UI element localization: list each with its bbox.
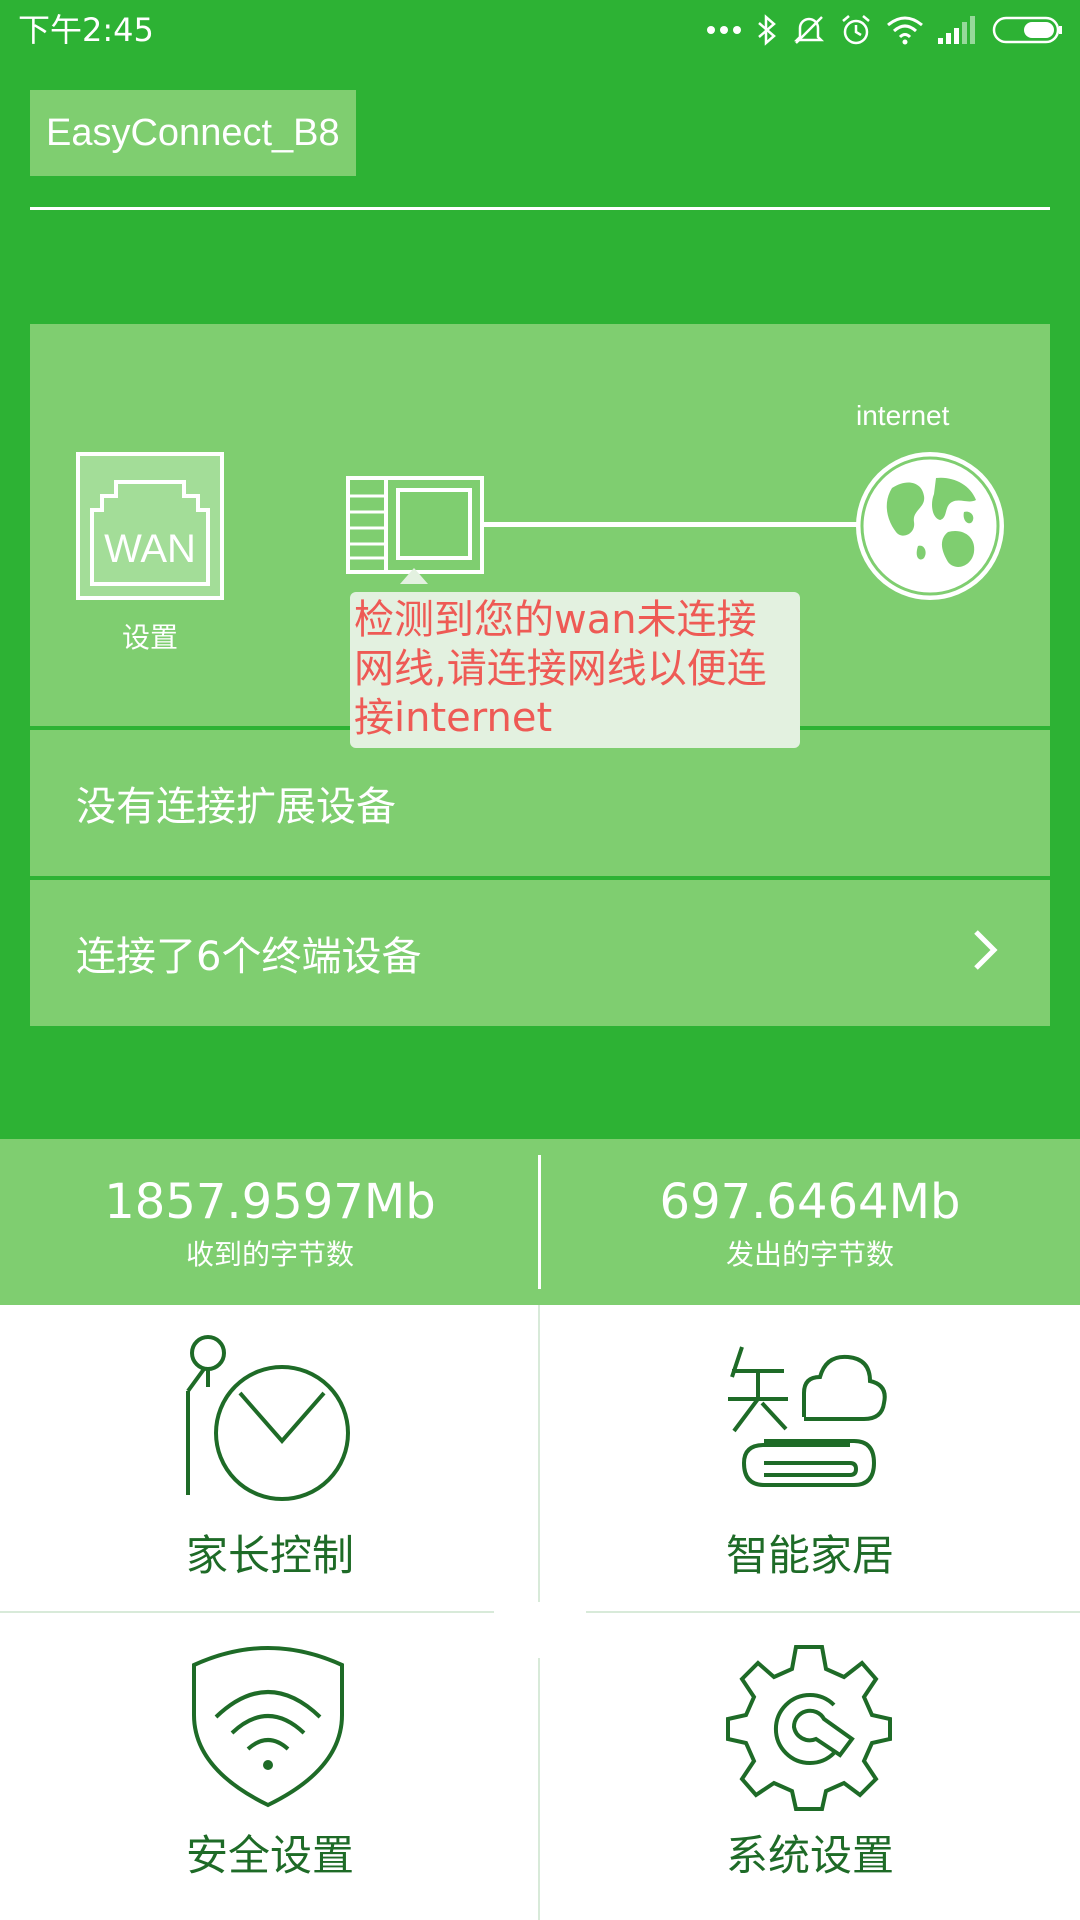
silent-icon: [793, 16, 825, 44]
more-dots-icon: [707, 26, 741, 34]
wifi-icon: [887, 16, 923, 45]
traffic-stats: 1857.9597Mb 收到的字节数 697.6464Mb 发出的字节数: [0, 1139, 1080, 1305]
sent-bytes-label: 发出的字节数: [725, 1238, 894, 1271]
sent-stat: 697.6464Mb 发出的字节数: [540, 1139, 1080, 1305]
received-bytes-value: 1857.9597Mb: [104, 1174, 436, 1230]
bluetooth-icon: [758, 14, 776, 46]
ssid-underline: [30, 207, 1050, 210]
wan-settings-label[interactable]: 设置: [76, 616, 224, 656]
connected-terminals-label: 连接了6个终端设备: [76, 934, 422, 980]
tile-system-label: 系统设置: [725, 1831, 894, 1880]
network-diagram: WAN 设置 internet 检测到您的wan未连接网线,请连接网线以便连接i…: [30, 324, 1050, 748]
status-time: 下午2:45: [18, 11, 154, 49]
tile-smart-home[interactable]: 智能家居: [540, 1305, 1080, 1611]
smart-home-icon: [728, 1346, 887, 1487]
connection-line: [484, 522, 884, 527]
header-area: 下午2:45 EasyConnect_B8 WAN 设置 internet 检测…: [0, 0, 1080, 1139]
alarm-icon: [842, 15, 870, 45]
battery-icon: [992, 16, 1062, 44]
tile-system-settings[interactable]: 系统设置: [540, 1613, 1080, 1920]
received-bytes-label: 收到的字节数: [185, 1238, 354, 1271]
tile-parental-control[interactable]: 家长控制: [0, 1305, 540, 1611]
internet-label: internet: [856, 400, 950, 431]
tooltip-arrow: [400, 568, 428, 584]
status-bar: 下午2:45: [0, 0, 1080, 60]
extension-devices-row: 没有连接扩展设备: [30, 730, 1050, 876]
wan-icon-text: WAN: [104, 527, 196, 571]
network-status-card: WAN 设置 internet 检测到您的wan未连接网线,请连接网线以便连接i…: [30, 324, 1050, 1026]
router-icon: [346, 476, 486, 576]
tile-security-settings[interactable]: 安全设置: [0, 1613, 540, 1920]
globe-icon: [852, 448, 1008, 604]
sent-bytes-value: 697.6464Mb: [659, 1174, 961, 1230]
tile-smart-home-label: 智能家居: [725, 1531, 894, 1580]
security-shield-icon: [192, 1646, 344, 1808]
tile-security-label: 安全设置: [185, 1831, 354, 1880]
system-gear-icon: [726, 1645, 892, 1811]
wan-warning-tooltip: 检测到您的wan未连接网线,请连接网线以便连接internet: [350, 592, 800, 748]
wan-port-icon[interactable]: WAN: [76, 452, 224, 600]
extension-devices-label: 没有连接扩展设备: [76, 784, 396, 830]
parental-clock-icon: [186, 1335, 350, 1501]
ssid-title[interactable]: EasyConnect_B8: [30, 90, 356, 176]
signal-icon: [938, 16, 975, 44]
tile-parental-label: 家长控制: [185, 1531, 354, 1580]
received-stat: 1857.9597Mb 收到的字节数: [0, 1139, 540, 1305]
connected-terminals-row[interactable]: 连接了6个终端设备: [30, 880, 1050, 1026]
chevron-right-icon: [974, 930, 998, 970]
status-icons: [706, 10, 1064, 50]
